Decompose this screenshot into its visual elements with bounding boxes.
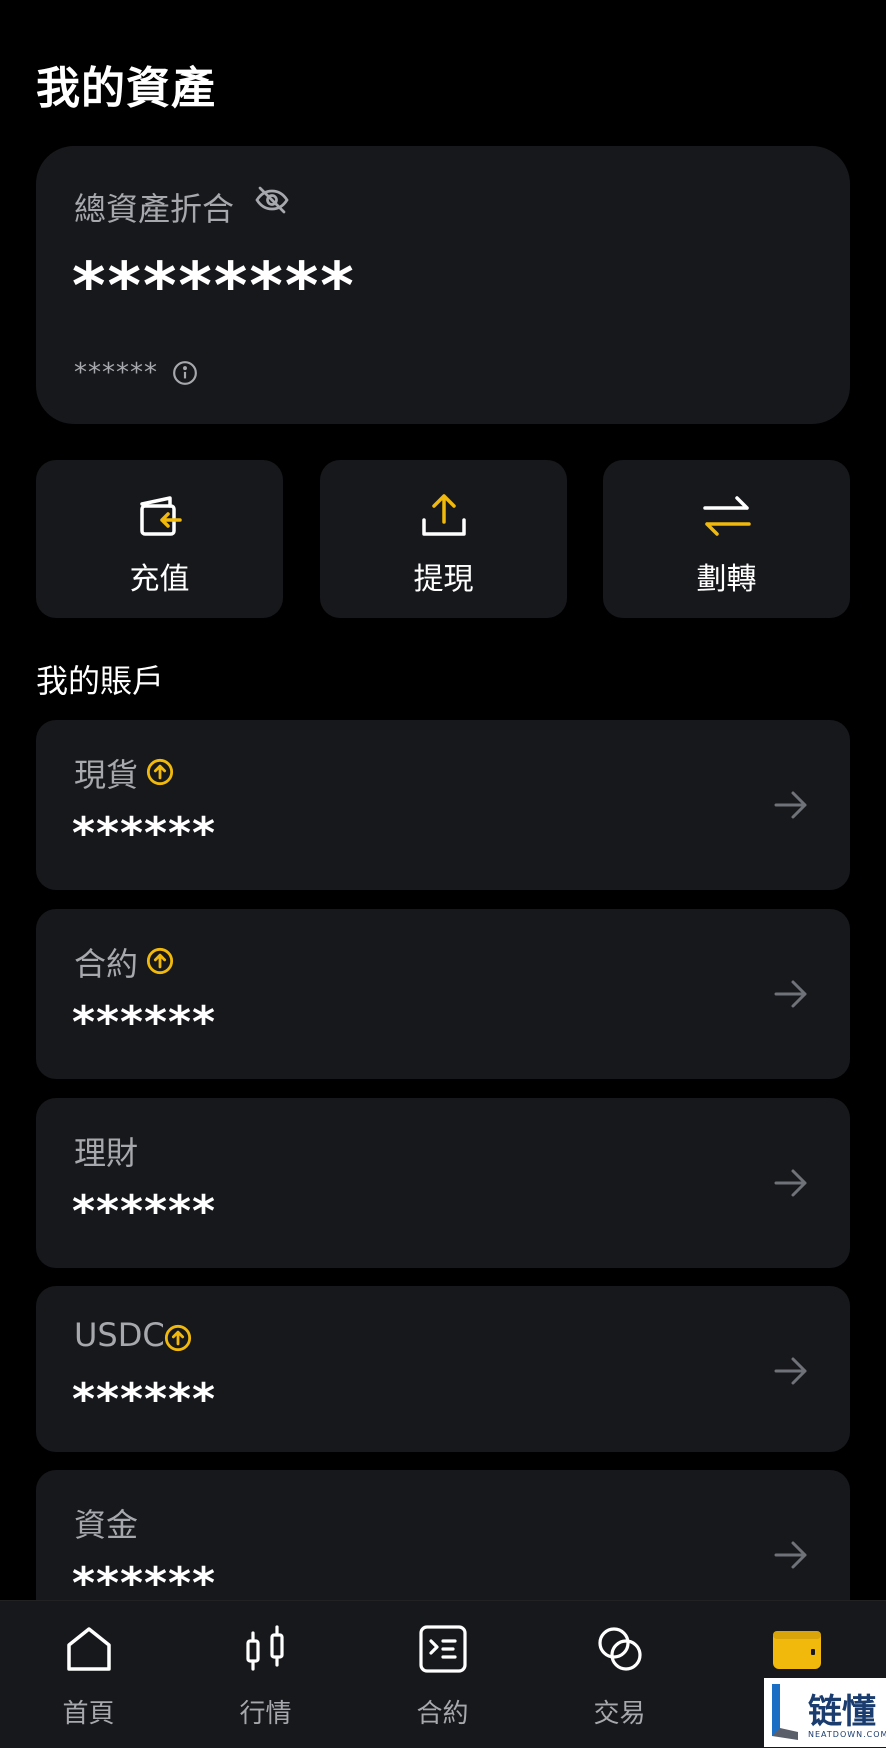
accounts-section-title: 我的賬戶 <box>36 662 165 700</box>
nav-label: 合約 <box>416 1699 469 1729</box>
candlestick-icon <box>245 1625 284 1671</box>
account-name: 理財 <box>74 1134 139 1172</box>
transfer-label: 劃轉 <box>696 562 757 597</box>
withdraw-button[interactable]: 提現 <box>320 460 567 618</box>
account-name: USDC <box>74 1316 165 1354</box>
arrow-right-icon <box>774 791 807 819</box>
wallet-icon <box>772 1631 821 1669</box>
arrow-up-circle-icon <box>146 947 174 975</box>
arrow-right-icon <box>774 1541 807 1569</box>
total-assets-subvalue: ****** <box>74 358 158 388</box>
account-value: ****** <box>72 1374 217 1425</box>
account-name: 合約 <box>74 945 139 983</box>
nav-label: 首頁 <box>62 1699 115 1729</box>
nav-label: 交易 <box>593 1699 646 1729</box>
arrow-right-icon <box>774 1357 807 1385</box>
account-row-futures[interactable]: 合約 ****** <box>36 909 850 1079</box>
nav-item-markets[interactable]: 行情 <box>177 1601 354 1748</box>
deposit-icon <box>139 496 182 536</box>
page-title: 我的資產 <box>36 63 216 114</box>
watermark-text: 链懂 <box>808 1692 876 1732</box>
withdraw-label: 提現 <box>413 562 474 597</box>
trade-icon <box>597 1627 642 1671</box>
arrow-up-circle-icon <box>146 758 174 786</box>
nav-label: 行情 <box>239 1699 292 1729</box>
eye-off-icon[interactable] <box>254 182 290 218</box>
account-name: 現貨 <box>74 756 139 794</box>
account-value: ****** <box>72 808 217 859</box>
info-icon[interactable] <box>172 360 198 386</box>
bottom-nav: 首頁 行情 合約 交易 <box>0 1600 886 1748</box>
home-icon <box>66 1627 111 1671</box>
nav-item-home[interactable]: 首頁 <box>0 1601 177 1748</box>
watermark-subtext: NEATDOWN.COM <box>808 1730 886 1739</box>
transfer-icon <box>702 496 751 536</box>
contract-icon <box>418 1625 467 1673</box>
account-name: 資金 <box>74 1506 139 1544</box>
nav-item-trade[interactable]: 交易 <box>531 1601 708 1748</box>
arrow-up-circle-icon <box>164 1324 192 1352</box>
arrow-right-icon <box>774 1169 807 1197</box>
account-row-spot[interactable]: 現貨 ****** <box>36 720 850 890</box>
arrow-right-icon <box>774 980 807 1008</box>
account-value: ****** <box>72 997 217 1048</box>
deposit-button[interactable]: 充值 <box>36 460 283 618</box>
total-assets-card: 總資產折合 ******** ****** <box>36 146 850 424</box>
watermark-logo-icon <box>772 1684 798 1740</box>
total-assets-value: ******** <box>72 250 356 324</box>
nav-item-futures[interactable]: 合約 <box>354 1601 531 1748</box>
account-row-usdc[interactable]: USDC ****** <box>36 1286 850 1452</box>
account-value: ****** <box>72 1186 217 1237</box>
account-row-earn[interactable]: 理財 ****** <box>36 1098 850 1268</box>
transfer-button[interactable]: 劃轉 <box>603 460 850 618</box>
watermark: 链懂 NEATDOWN.COM <box>764 1678 886 1747</box>
total-assets-label: 總資產折合 <box>74 190 235 228</box>
deposit-label: 充值 <box>129 562 190 597</box>
upload-icon <box>421 494 466 536</box>
